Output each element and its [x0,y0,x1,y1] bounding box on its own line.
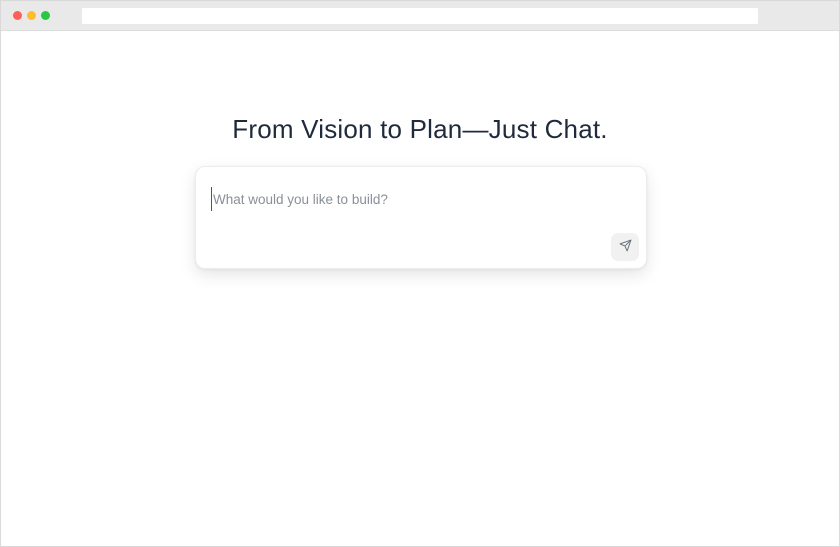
maximize-window-button[interactable] [41,11,50,20]
page-title: From Vision to Plan—Just Chat. [232,114,608,144]
close-window-button[interactable] [13,11,22,20]
send-icon [619,239,632,255]
address-bar[interactable] [82,8,758,24]
send-button[interactable] [611,233,639,261]
browser-window: From Vision to Plan—Just Chat. [0,0,840,547]
minimize-window-button[interactable] [27,11,36,20]
prompt-input[interactable] [211,187,611,211]
title-bar [1,1,839,31]
prompt-card [195,166,647,269]
